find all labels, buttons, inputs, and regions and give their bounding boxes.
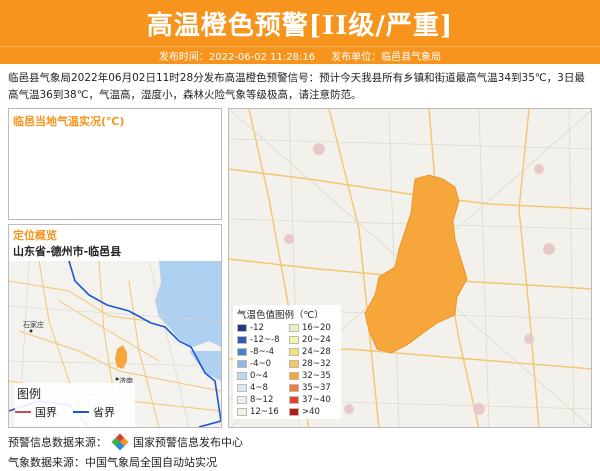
legend-item: 12~16 (237, 407, 285, 417)
temperature-legend: 气温色值图例（℃） -12 16~20 -12~-8 20~24 -8~-4 24~28-… (233, 305, 341, 419)
legend-label: -8~-4 (250, 347, 275, 357)
legend-swatch (289, 348, 299, 356)
legend-label: 24~28 (302, 347, 331, 357)
legend-item: 32~35 (289, 371, 337, 381)
legend-label: 8~12 (250, 395, 274, 405)
legend-swatch (237, 408, 247, 416)
legend-item: -12~-8 (237, 335, 285, 345)
warning-center-logo-icon (111, 433, 129, 451)
legend-swatch (289, 384, 299, 392)
legend-item-province-border: 省界 (73, 404, 115, 420)
legend-item: 37~40 (289, 395, 337, 405)
location-path: 山东省-德州市-临邑县 (13, 245, 122, 258)
legend-item: 35~37 (289, 383, 337, 393)
legend-swatch (237, 336, 247, 344)
warning-source-label: 预警信息数据来源： (8, 436, 107, 449)
legend-swatch (237, 372, 247, 380)
legend-item: 8~12 (237, 395, 285, 405)
warning-description: 临邑县气象局2022年06月02日11时28分发布高温橙色预警信号：预计今天我县… (8, 72, 585, 101)
weather-source-line: 气象数据来源：中国气象局全国自动站实况 (8, 456, 217, 469)
legend-label: 37~40 (302, 395, 331, 405)
location-panel-title: 定位概览 (13, 229, 57, 242)
legend-swatch (237, 360, 247, 368)
warning-source-line: 预警信息数据来源： 国家预警信息发布中心 (8, 433, 598, 451)
temperature-legend-title: 气温色值图例（℃） (237, 310, 324, 321)
legend-label: -12~-8 (250, 335, 280, 345)
realtime-panel-title: 临邑当地气温实况(℃) (13, 115, 125, 128)
temperature-legend-grid: -12 16~20 -12~-8 20~24 -8~-4 24~28 -4~0 28~32 0~… (237, 323, 337, 417)
warning-source-name[interactable]: 国家预警信息发布中心 (133, 434, 243, 450)
legend-item: 20~24 (289, 335, 337, 345)
legend-swatch (237, 396, 247, 404)
legend-swatch (237, 324, 247, 332)
warning-title: 高温橙色预警[II级/严重] (146, 10, 454, 41)
legend-item: 16~20 (289, 323, 337, 333)
publish-time: 发布时间：2022-06-02 11:28:16 (158, 52, 316, 63)
national-border-label: 国界 (35, 406, 57, 419)
legend-swatch (237, 384, 247, 392)
legend-label: >40 (302, 407, 320, 417)
legend-label: 32~35 (302, 371, 331, 381)
warning-meta: 发布时间：2022-06-02 11:28:16 发布单位：临邑县气象局 (0, 46, 600, 64)
legend-label: 20~24 (302, 335, 331, 345)
temperature-map[interactable]: 气温色值图例（℃） -12 16~20 -12~-8 20~24 -8~-4 24~28-… (228, 108, 592, 428)
legend-item: 28~32 (289, 359, 337, 369)
shijiazhuang-label: 石家庄 (23, 320, 44, 329)
legend-label: 28~32 (302, 359, 331, 369)
legend-label: 12~16 (250, 407, 279, 417)
legend-label: 16~20 (302, 323, 331, 333)
legend-swatch (289, 336, 299, 344)
legend-swatch (289, 360, 299, 368)
legend-item: 4~8 (237, 383, 285, 393)
legend-item: -12 (237, 323, 285, 333)
legend-label: 35~37 (302, 383, 331, 393)
legend-item: 24~28 (289, 347, 337, 357)
legend-swatch (289, 396, 299, 404)
legend-item-national-border: 国界 (15, 404, 57, 420)
legend-label: 0~4 (250, 371, 268, 381)
legend-label: 4~8 (250, 383, 268, 393)
legend-swatch (237, 348, 247, 356)
mini-map-legend: 图例 国界 省界 (15, 383, 135, 427)
legend-label: -12 (250, 323, 264, 333)
legend-swatch (289, 324, 299, 332)
legend-item: 0~4 (237, 371, 285, 381)
warning-header: 高温橙色预警[II级/严重] (0, 0, 600, 46)
mini-legend-title: 图例 (17, 387, 42, 401)
province-border-label: 省界 (93, 406, 115, 419)
legend-item: -8~-4 (237, 347, 285, 357)
location-overview-panel: 定位概览 山东省-德州市-临邑县 石家庄 济南 图例 国界 省界 (8, 224, 222, 428)
legend-item: >40 (289, 407, 337, 417)
legend-swatch (289, 372, 299, 380)
legend-swatch (289, 408, 299, 416)
legend-item: -4~0 (237, 359, 285, 369)
publisher: 发布单位：临邑县气象局 (331, 52, 442, 63)
legend-label: -4~0 (250, 359, 272, 369)
realtime-temperature-panel: 临邑当地气温实况(℃) (8, 108, 222, 220)
